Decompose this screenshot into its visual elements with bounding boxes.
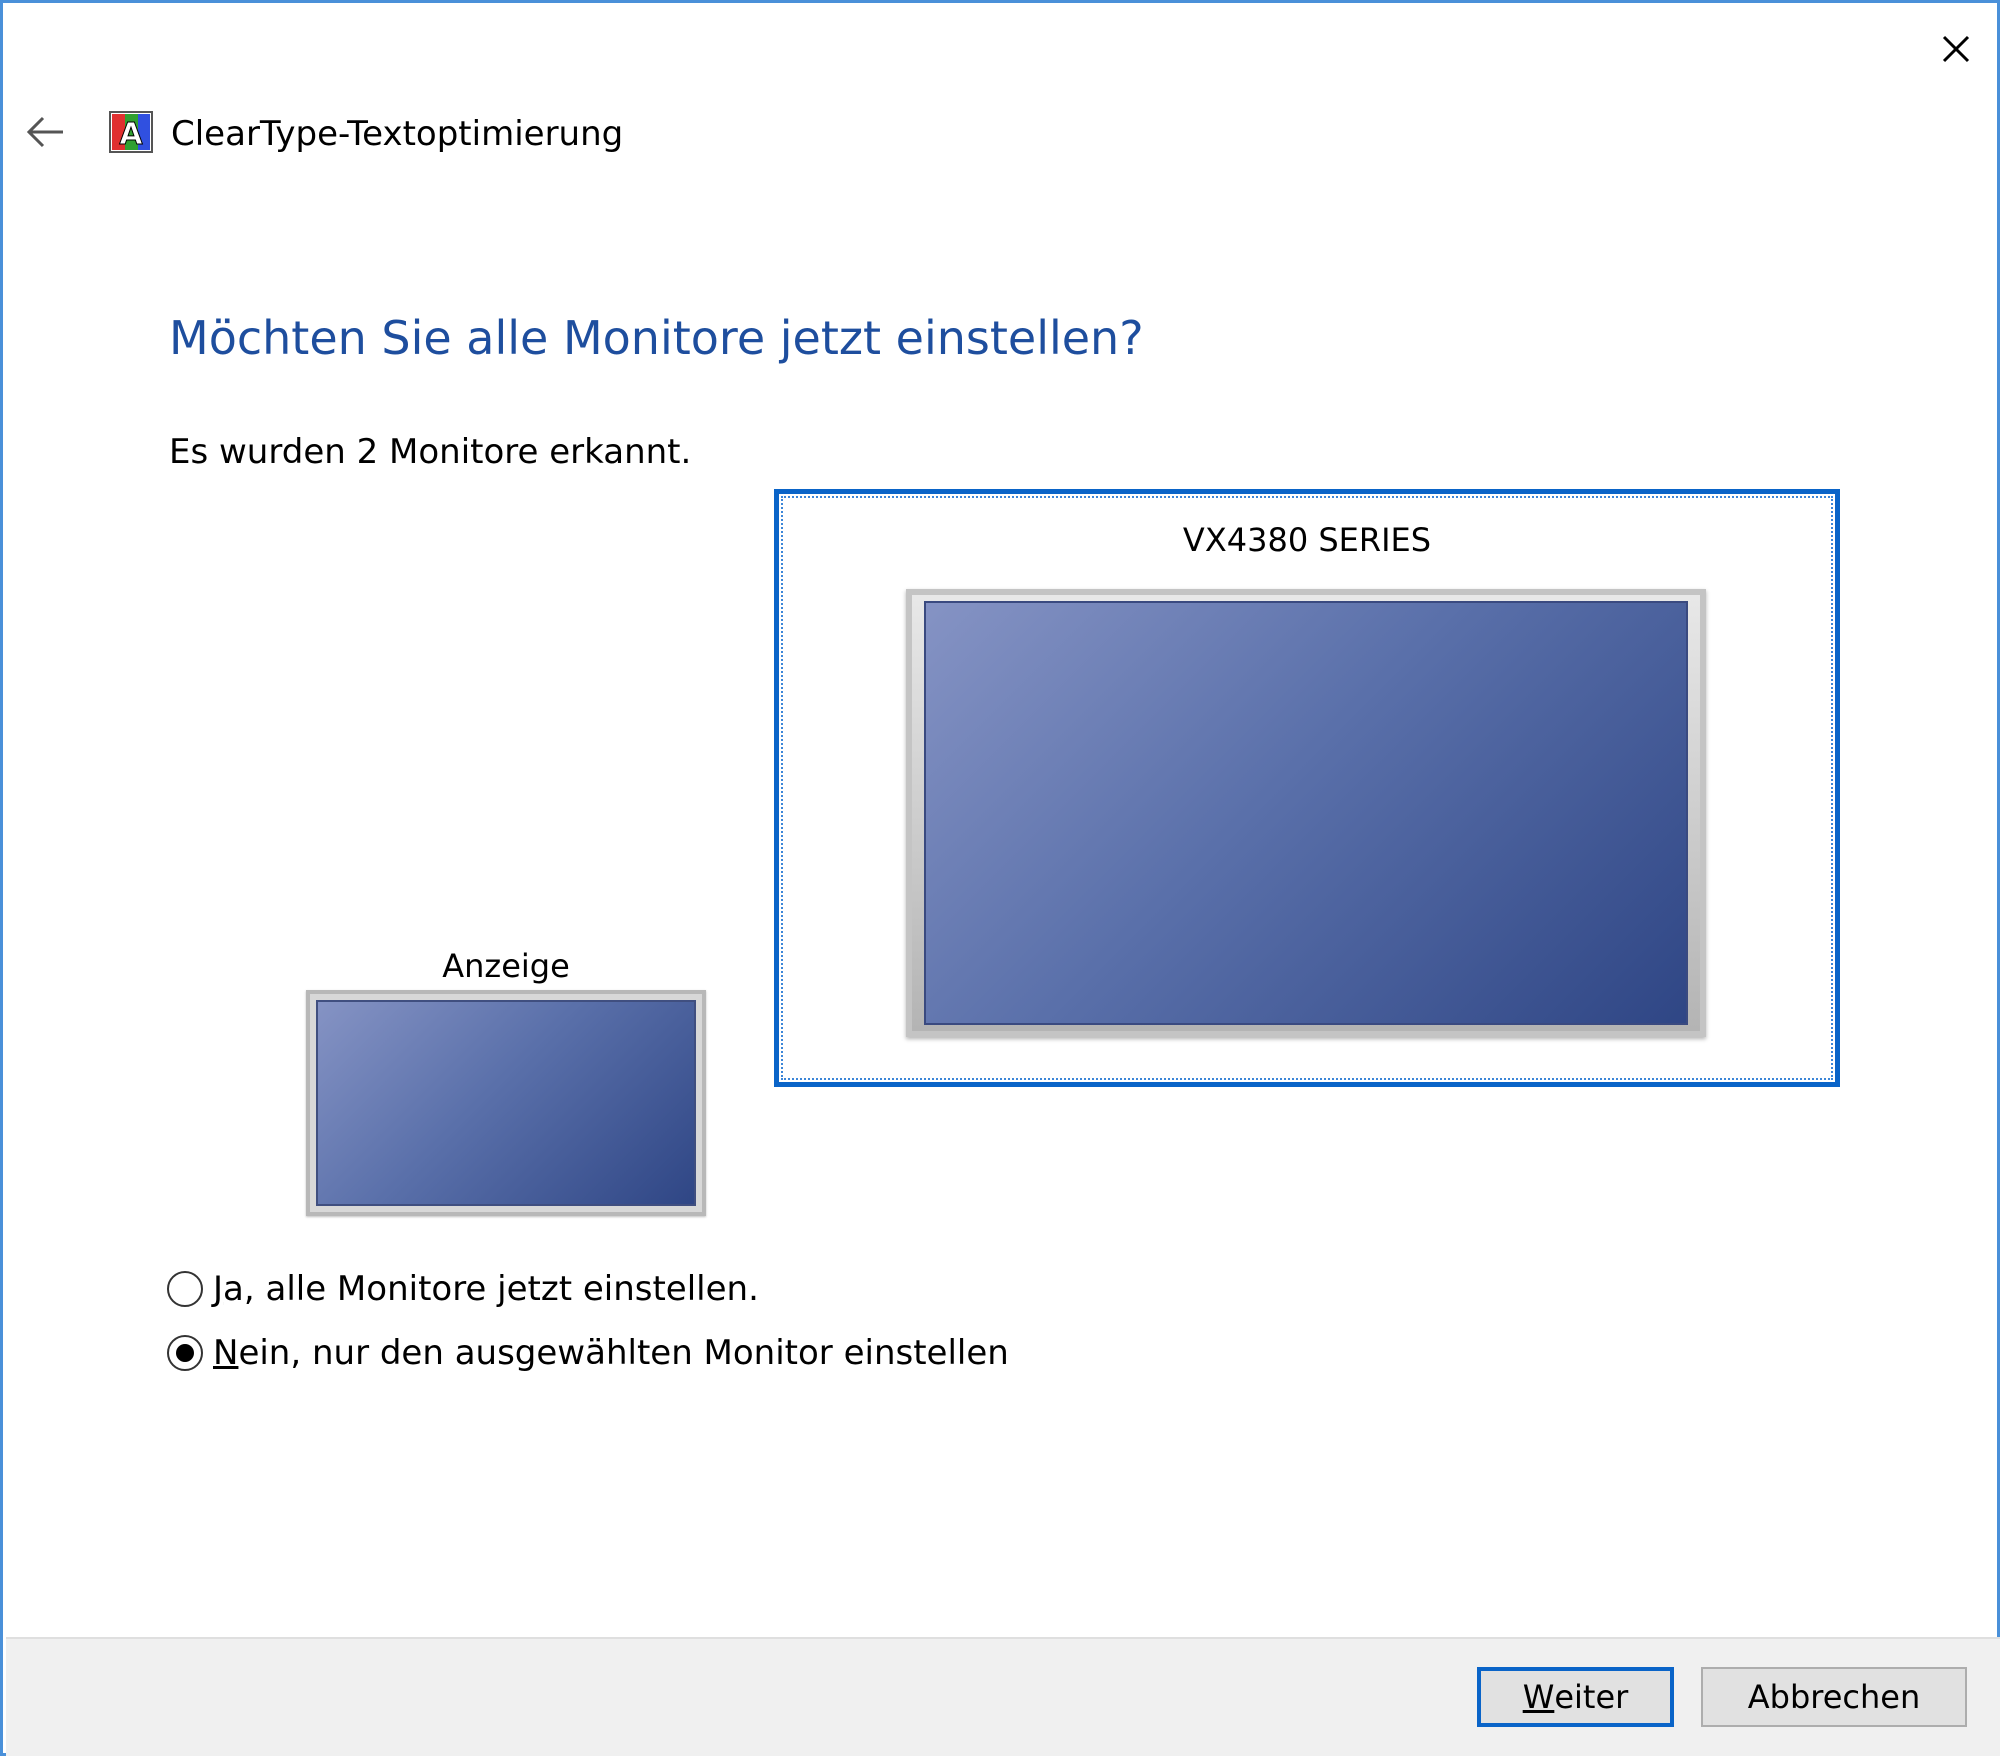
monitor-bezel — [306, 990, 706, 1216]
monitor-label: VX4380 SERIES — [1182, 521, 1432, 559]
radio-selected-monitor[interactable]: Nein, nur den ausgewählten Monitor einst… — [167, 1327, 1009, 1379]
cleartype-icon: A — [109, 111, 153, 153]
monitor-screen — [316, 1000, 696, 1206]
monitor-label: Anzeige — [442, 947, 570, 985]
monitor-screen — [924, 601, 1688, 1025]
close-button[interactable] — [1928, 21, 1984, 77]
radio-label-all-monitors: Ja, alle Monitore jetzt einstellen. — [213, 1269, 759, 1309]
detected-monitors-text: Es wurden 2 Monitore erkannt. — [169, 432, 692, 472]
back-button[interactable] — [21, 107, 71, 157]
page-heading: Möchten Sie alle Monitore jetzt einstell… — [169, 311, 1144, 365]
radio-label-selected-monitor: Nein, nur den ausgewählten Monitor einst… — [213, 1333, 1009, 1373]
cleartype-dialog: A ClearType-Textoptimierung Möchten Sie … — [0, 0, 2000, 1756]
arrow-left-icon — [26, 116, 63, 148]
cancel-button[interactable]: Abbrechen — [1701, 1667, 1967, 1727]
window-title: ClearType-Textoptimierung — [171, 114, 624, 154]
monitor-bezel — [906, 589, 1706, 1037]
close-icon — [1942, 35, 1970, 63]
next-button[interactable]: Weiter — [1477, 1667, 1674, 1727]
radio-button-checked[interactable] — [167, 1335, 203, 1371]
app-icon-letter: A — [119, 117, 143, 152]
radio-all-monitors[interactable]: Ja, alle Monitore jetzt einstellen. — [167, 1263, 759, 1315]
radio-button[interactable] — [167, 1271, 203, 1307]
